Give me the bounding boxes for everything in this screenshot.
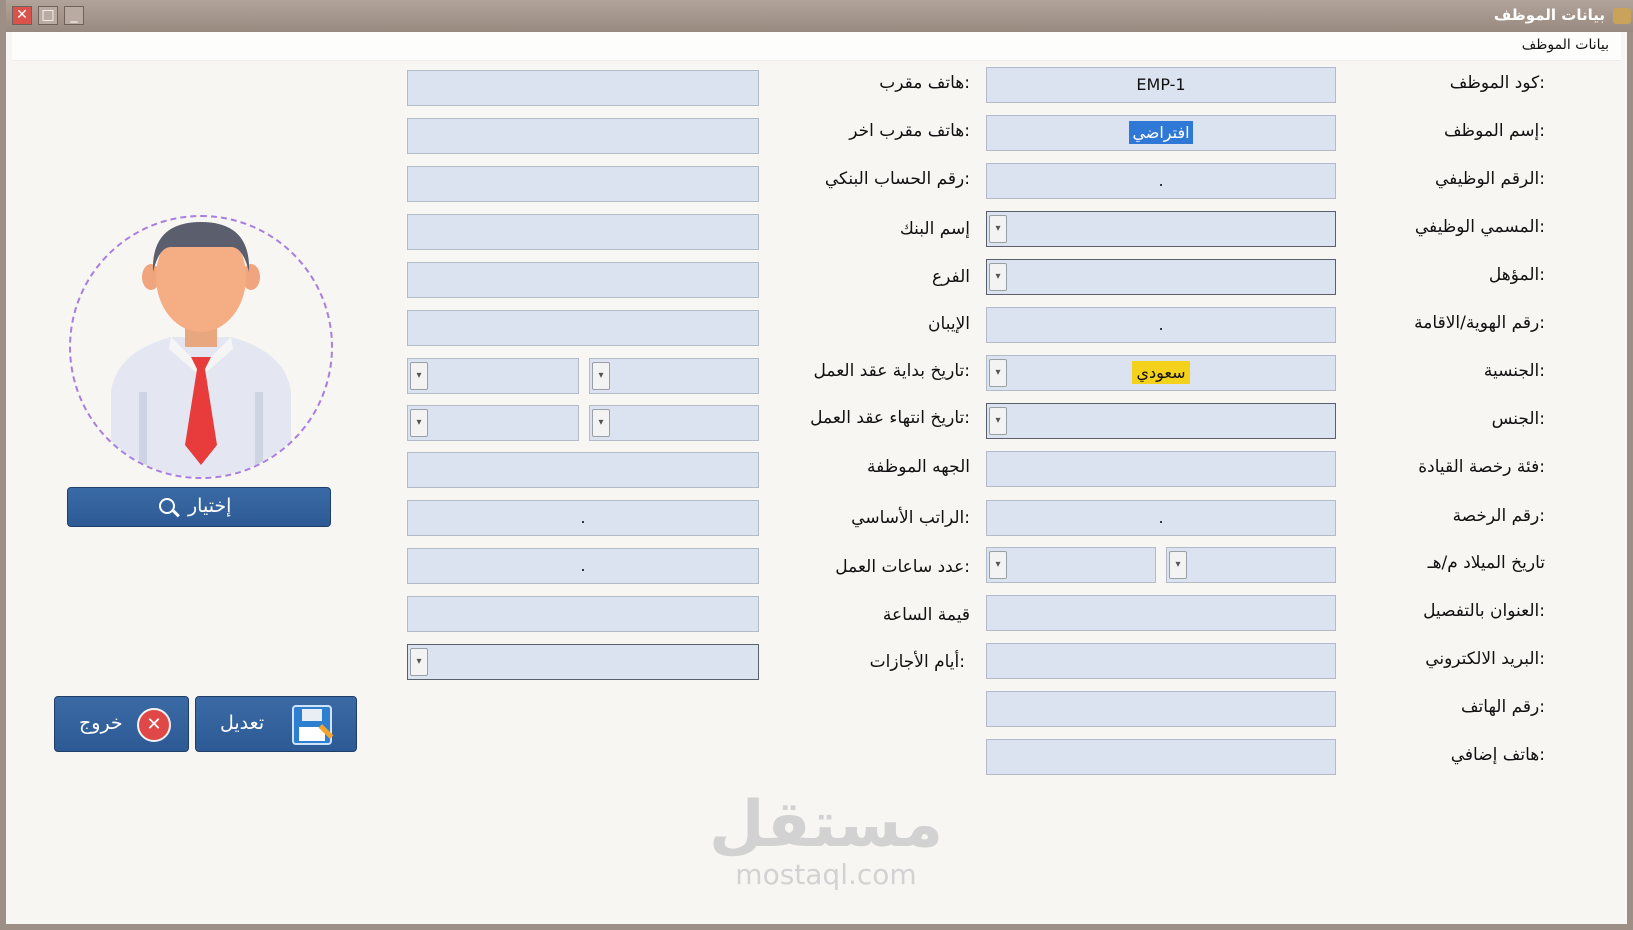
employee-code-label: كود الموظف: bbox=[1449, 73, 1545, 93]
watermark-arabic: مستقل bbox=[708, 788, 944, 862]
dropdown-arrow-icon[interactable]: ▾ bbox=[989, 407, 1007, 435]
branch-label: الفرع bbox=[931, 267, 970, 287]
job-number-label: الرقم الوظيفي: bbox=[1435, 169, 1545, 189]
dropdown-arrow-icon[interactable]: ▾ bbox=[1169, 551, 1187, 579]
iban-field[interactable] bbox=[407, 310, 759, 346]
address-label: العنوان بالتفصيل: bbox=[1423, 601, 1545, 621]
relative-phone-field[interactable] bbox=[407, 70, 759, 106]
contract-start-hijri-picker[interactable]: ▾ bbox=[407, 358, 579, 394]
contract-end-label: تاريخ انتهاء عقد العمل: bbox=[810, 408, 970, 428]
employee-name-label: إسم الموظف: bbox=[1443, 121, 1545, 141]
dropdown-arrow-icon[interactable]: ▾ bbox=[410, 409, 428, 437]
nationality-label: الجنسية: bbox=[1483, 361, 1545, 381]
contract-end-gregorian-picker[interactable]: ▾ bbox=[589, 405, 759, 441]
contract-start-gregorian-picker[interactable]: ▾ bbox=[589, 358, 759, 394]
bank-account-field[interactable] bbox=[407, 166, 759, 202]
watermark-latin: mostaql.com bbox=[735, 858, 917, 891]
employer-label: الجهه الموظفة bbox=[867, 457, 970, 477]
relative-phone2-field[interactable] bbox=[407, 118, 759, 154]
dropdown-arrow-icon[interactable]: ▾ bbox=[989, 359, 1007, 387]
dropdown-arrow-icon[interactable]: ▾ bbox=[592, 362, 610, 390]
close-circle-icon: ✕ bbox=[137, 708, 171, 742]
phone-label: رقم الهاتف: bbox=[1460, 697, 1545, 717]
license-number-field[interactable]: . bbox=[986, 500, 1336, 536]
hour-value-field[interactable] bbox=[407, 596, 759, 632]
watermark: مستقل mostaql.com bbox=[696, 790, 956, 890]
employer-field[interactable] bbox=[407, 452, 759, 488]
dropdown-arrow-icon[interactable]: ▾ bbox=[410, 648, 428, 676]
nationality-select[interactable]: ▾ سعودي bbox=[986, 355, 1336, 391]
close-window-button[interactable]: ✕ bbox=[12, 6, 32, 25]
dropdown-arrow-icon[interactable]: ▾ bbox=[989, 215, 1007, 243]
dropdown-arrow-icon[interactable]: ▾ bbox=[989, 551, 1007, 579]
license-number-label: رقم الرخصة: bbox=[1452, 506, 1545, 526]
exit-label: خروج bbox=[79, 712, 123, 734]
basic-salary-field[interactable]: . bbox=[407, 500, 759, 536]
employee-photo bbox=[69, 215, 333, 479]
edit-label: تعديل bbox=[220, 712, 265, 734]
work-hours-field[interactable]: . bbox=[407, 548, 759, 584]
vacation-days-select[interactable]: ▾ bbox=[407, 644, 759, 680]
iban-label: الإيبان bbox=[928, 314, 970, 334]
search-icon-handle bbox=[172, 509, 180, 518]
menu-item-employee-data[interactable]: بيانات الموظف bbox=[1522, 37, 1609, 53]
dropdown-arrow-icon[interactable]: ▾ bbox=[592, 409, 610, 437]
phone-field[interactable] bbox=[986, 691, 1336, 727]
choose-photo-label: إختيار bbox=[188, 495, 232, 517]
employee-name-field[interactable]: افتراضي bbox=[986, 115, 1336, 151]
app-icon bbox=[1613, 8, 1631, 24]
window-title: بيانات الموظف bbox=[1493, 6, 1605, 24]
maximize-window-button[interactable]: □ bbox=[38, 6, 58, 25]
license-class-label: فئة رخصة القيادة: bbox=[1418, 457, 1545, 477]
minimize-window-button[interactable]: _ bbox=[64, 6, 84, 25]
contract-start-label: تاريخ بداية عقد العمل: bbox=[813, 361, 970, 381]
birth-date-label: تاريخ الميلاد م/هـ bbox=[1427, 553, 1545, 573]
edit-button[interactable]: تعديل bbox=[195, 696, 357, 752]
gender-select[interactable]: ▾ bbox=[986, 403, 1336, 439]
avatar-illustration bbox=[111, 222, 291, 477]
save-disk-icon bbox=[292, 705, 334, 745]
exit-button[interactable]: خروج ✕ bbox=[54, 696, 189, 752]
birth-date-gregorian-picker[interactable]: ▾ bbox=[1166, 547, 1336, 583]
bank-account-label: رقم الحساب البنكي: bbox=[824, 169, 970, 189]
address-field[interactable] bbox=[986, 595, 1336, 631]
contract-end-hijri-picker[interactable]: ▾ bbox=[407, 405, 579, 441]
title-bar: ✕ □ _ بيانات الموظف bbox=[6, 0, 1633, 32]
relative-phone-label: هاتف مقرب: bbox=[879, 73, 970, 93]
id-number-label: رقم الهوية/الاقامة: bbox=[1414, 313, 1545, 333]
choose-photo-button[interactable]: إختيار bbox=[67, 487, 331, 527]
qualification-select[interactable]: ▾ bbox=[986, 259, 1336, 295]
birth-date-hijri-picker[interactable]: ▾ bbox=[986, 547, 1156, 583]
basic-salary-label: الراتب الأساسي: bbox=[851, 508, 970, 528]
bank-name-label: إسم البنك bbox=[899, 219, 970, 239]
employee-form-window: ✕ □ _ بيانات الموظف بيانات الموظف كود ال… bbox=[0, 0, 1633, 930]
bank-name-field[interactable] bbox=[407, 214, 759, 250]
gender-label: الجنس: bbox=[1491, 409, 1545, 429]
vacation-days-label: أيام الأجازات: bbox=[869, 652, 965, 672]
job-title-select[interactable]: ▾ bbox=[986, 211, 1336, 247]
email-field[interactable] bbox=[986, 643, 1336, 679]
qualification-label: المؤهل: bbox=[1488, 265, 1545, 285]
hour-value-label: قيمة الساعة bbox=[882, 605, 970, 625]
job-number-field[interactable]: . bbox=[986, 163, 1336, 199]
relative-phone2-label: هاتف مقرب اخر: bbox=[849, 121, 970, 141]
extra-phone-field[interactable] bbox=[986, 739, 1336, 775]
license-class-field[interactable] bbox=[986, 451, 1336, 487]
work-hours-label: عدد ساعات العمل: bbox=[835, 557, 970, 577]
branch-field[interactable] bbox=[407, 262, 759, 298]
job-title-label: المسمي الوظيفي: bbox=[1414, 217, 1545, 237]
extra-phone-label: هاتف إضافي: bbox=[1450, 745, 1545, 765]
id-number-field[interactable]: . bbox=[986, 307, 1336, 343]
employee-code-field[interactable]: EMP-1 bbox=[986, 67, 1336, 103]
email-label: البريد الالكتروني: bbox=[1425, 649, 1545, 669]
dropdown-arrow-icon[interactable]: ▾ bbox=[989, 263, 1007, 291]
menu-strip: بيانات الموظف bbox=[12, 32, 1621, 61]
dropdown-arrow-icon[interactable]: ▾ bbox=[410, 362, 428, 390]
